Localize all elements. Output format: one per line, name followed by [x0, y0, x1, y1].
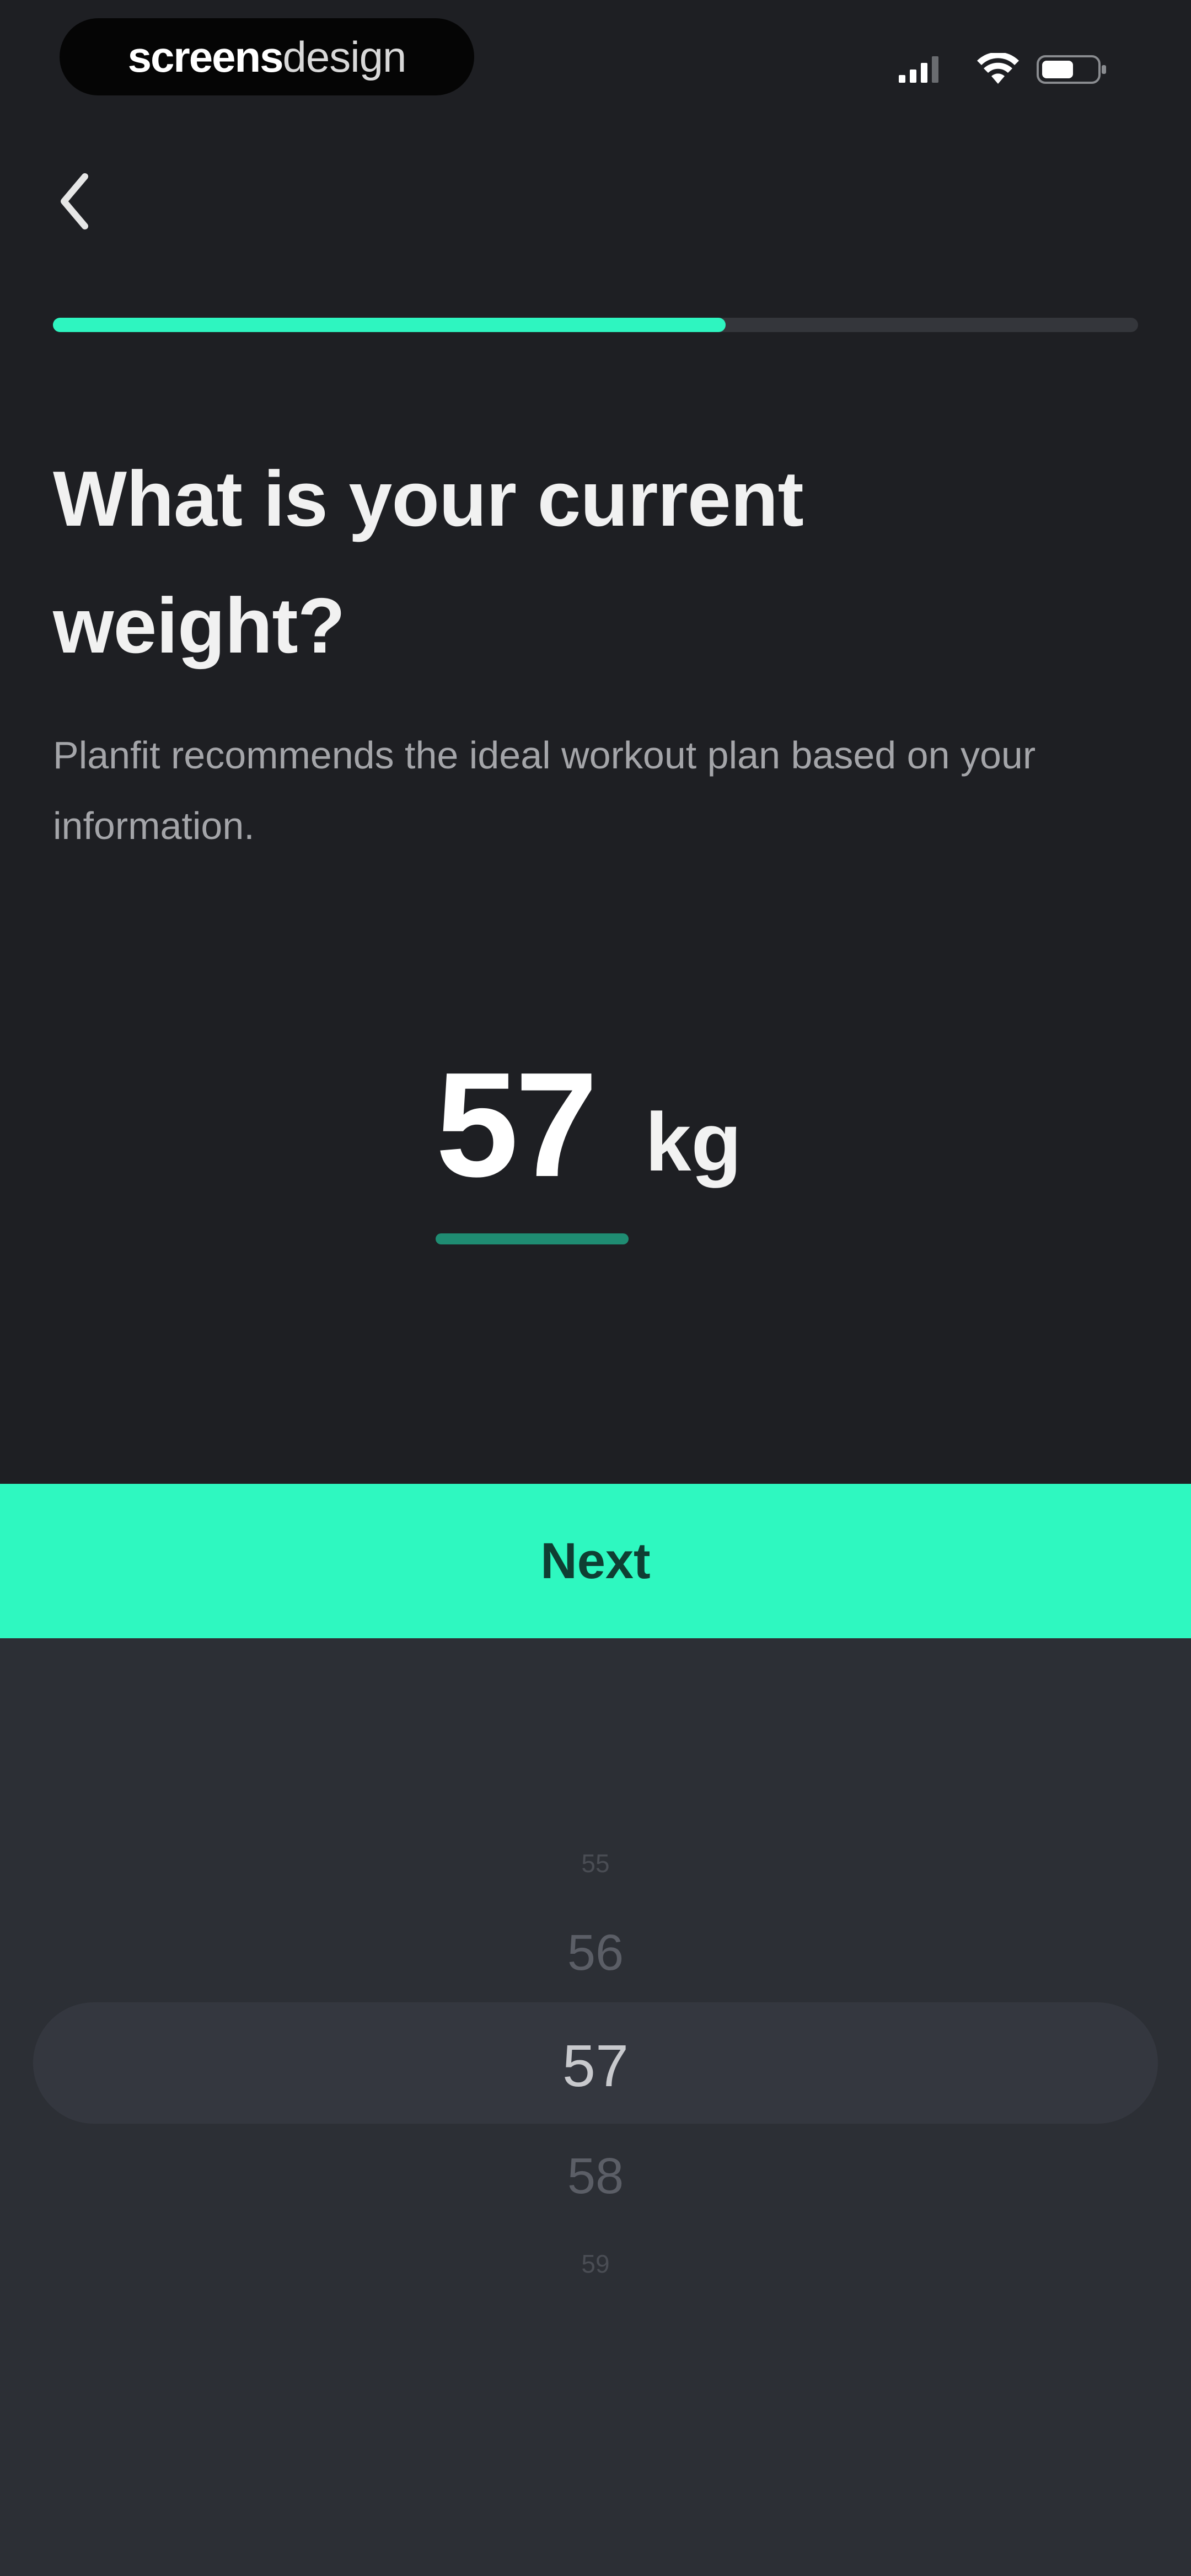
brand-bold-text: screens [127, 32, 284, 81]
weight-unit: kg [645, 1095, 742, 1188]
page-title: What is your current weight? [53, 455, 804, 670]
battery-icon [1037, 55, 1106, 84]
brand-watermark: screens design [60, 18, 474, 95]
picker-option-far-above[interactable]: 55 [0, 1847, 1191, 1880]
next-button[interactable]: Next [0, 1484, 1191, 1638]
page-subtitle: Planfit recommends the ideal workout pla… [53, 734, 1036, 847]
weight-display: 57 kg [0, 1043, 1191, 1230]
weight-onboarding-screen: screens design What is your current weig… [0, 0, 1191, 2576]
chevron-left-icon [61, 173, 88, 229]
back-button[interactable] [50, 165, 99, 237]
progress-bar [53, 318, 1138, 332]
picker-option-below[interactable]: 58 [0, 2143, 1191, 2209]
picker-option-above[interactable]: 56 [0, 1920, 1191, 1986]
status-bar: screens design [0, 0, 1191, 127]
weight-picker[interactable]: 55 56 57 58 59 [0, 1638, 1191, 2576]
signal-icon [899, 56, 938, 83]
brand-light-text: design [282, 32, 407, 81]
picker-option-selected[interactable]: 57 [0, 2030, 1191, 2102]
status-icons [899, 50, 1114, 88]
picker-option-far-below[interactable]: 59 [0, 2247, 1191, 2280]
wifi-icon [977, 53, 1019, 84]
progress-bar-fill [53, 318, 726, 332]
weight-value: 57 [436, 1042, 598, 1208]
weight-value-underline [436, 1233, 629, 1244]
